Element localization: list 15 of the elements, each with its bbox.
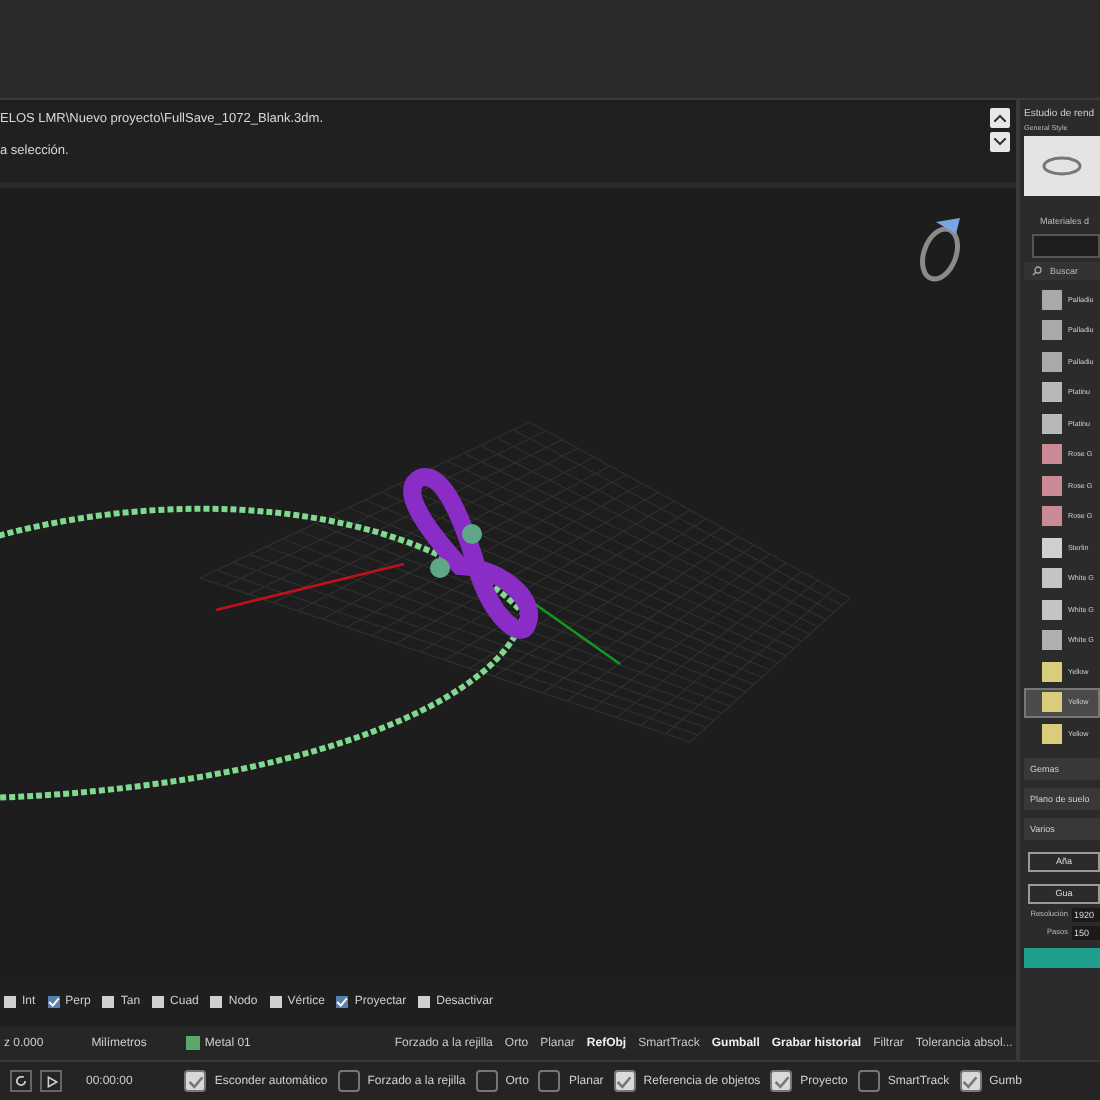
check-icon: [773, 1073, 790, 1089]
check-icon: [187, 1073, 204, 1089]
input-field[interactable]: [1032, 234, 1100, 258]
check-icon: [962, 1073, 979, 1089]
render-button[interactable]: [1024, 947, 1100, 967]
check-icon: [616, 1073, 633, 1089]
scroll-down-button[interactable]: [990, 132, 1010, 152]
check-icon: [47, 994, 60, 1010]
style-thumbnail[interactable]: [1024, 136, 1100, 196]
refresh-icon[interactable]: [10, 1070, 32, 1092]
search-icon: [1032, 266, 1042, 276]
check-icon: [336, 994, 349, 1010]
ring-icon: [920, 218, 960, 282]
scroll-up-button[interactable]: [990, 108, 1010, 128]
play-icon[interactable]: [40, 1070, 62, 1092]
